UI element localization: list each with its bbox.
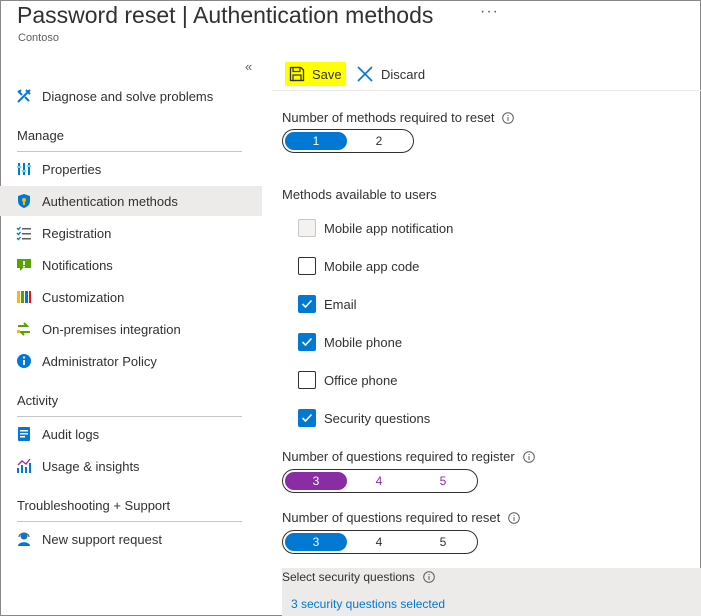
sidebar-item-administrator-policy[interactable]: Administrator Policy	[0, 346, 262, 376]
toolbar-divider	[272, 90, 701, 91]
questions-register-toggle[interactable]: 3 4 5	[282, 469, 478, 493]
method-checkbox-mobile-phone[interactable]: Mobile phone	[298, 332, 402, 352]
checkmark-icon	[301, 299, 313, 309]
checkmark-icon	[301, 413, 313, 423]
section-title-troubleshooting: Troubleshooting + Support	[17, 498, 171, 513]
info-icon[interactable]	[422, 571, 435, 583]
org-subtitle: Contoso	[18, 32, 59, 44]
method-checkbox-mobile-app-notification[interactable]: Mobile app notification	[298, 218, 453, 238]
methods-required-option-2[interactable]: 2	[347, 132, 411, 150]
checkbox[interactable]	[298, 371, 316, 389]
wrench-tools-icon	[16, 88, 32, 104]
close-icon	[357, 66, 373, 82]
sidebar-item-registration[interactable]: Registration	[0, 218, 262, 248]
properties-icon	[16, 161, 32, 177]
checklist-icon	[16, 225, 32, 241]
support-person-icon	[16, 531, 32, 547]
checkmark-icon	[301, 337, 313, 347]
save-icon	[289, 66, 305, 82]
sidebar-item-audit-logs[interactable]: Audit logs	[0, 419, 262, 449]
questions-reset-label: Number of questions required to reset	[282, 510, 521, 525]
method-checkbox-email[interactable]: Email	[298, 294, 357, 314]
questions-reset-toggle[interactable]: 3 4 5	[282, 530, 478, 554]
section-divider	[17, 416, 242, 417]
section-title-manage: Manage	[17, 128, 64, 143]
methods-required-toggle[interactable]: 1 2	[282, 129, 414, 153]
sidebar-item-customization[interactable]: Customization	[0, 282, 262, 312]
security-questions-link[interactable]: 3 security questions selected	[291, 597, 445, 611]
security-questions-label: Select security questions	[282, 570, 435, 584]
collapse-sidebar-button[interactable]: «	[245, 59, 252, 74]
sidebar-item-properties[interactable]: Properties	[0, 154, 262, 184]
sidebar-item-on-premises-integration[interactable]: On-premises integration	[0, 314, 262, 344]
method-checkbox-office-phone[interactable]: Office phone	[298, 370, 397, 390]
sidebar-item-authentication-methods[interactable]: Authentication methods	[0, 186, 262, 216]
checkbox[interactable]	[298, 333, 316, 351]
questions-reset-option-5[interactable]: 5	[411, 533, 475, 551]
section-title-activity: Activity	[17, 393, 59, 408]
sidebar-item-new-support-request[interactable]: New support request	[0, 524, 262, 554]
checkbox[interactable]	[298, 409, 316, 427]
checkbox[interactable]	[298, 257, 316, 275]
checkbox[interactable]	[298, 295, 316, 313]
shield-icon	[16, 193, 32, 209]
questions-reset-option-4[interactable]: 4	[347, 533, 411, 551]
section-divider	[17, 151, 242, 152]
info-icon[interactable]	[508, 511, 521, 524]
info-icon[interactable]	[522, 450, 535, 463]
method-checkbox-mobile-app-code[interactable]: Mobile app code	[298, 256, 419, 276]
questions-register-label: Number of questions required to register	[282, 449, 535, 464]
insights-icon	[16, 458, 32, 474]
questions-register-option-5[interactable]: 5	[411, 472, 475, 490]
questions-register-option-4[interactable]: 4	[347, 472, 411, 490]
sidebar-item-usage-insights[interactable]: Usage & insights	[0, 451, 262, 481]
section-divider	[17, 521, 242, 522]
notification-icon	[16, 257, 32, 273]
save-button[interactable]: Save	[285, 62, 346, 86]
info-icon	[16, 353, 32, 369]
sidebar-item-diagnose[interactable]: Diagnose and solve problems	[0, 81, 262, 111]
questions-reset-option-3[interactable]: 3	[285, 533, 347, 551]
more-options-button[interactable]: ···	[480, 3, 499, 21]
sync-icon	[16, 321, 32, 337]
methods-available-label: Methods available to users	[282, 187, 437, 202]
methods-required-option-1[interactable]: 1	[285, 132, 347, 150]
sidebar-item-notifications[interactable]: Notifications	[0, 250, 262, 280]
method-checkbox-security-questions[interactable]: Security questions	[298, 408, 430, 428]
audit-log-icon	[16, 426, 32, 442]
checkbox[interactable]	[298, 219, 316, 237]
questions-register-option-3[interactable]: 3	[285, 472, 347, 490]
info-icon[interactable]	[502, 111, 515, 124]
page-title: Password reset | Authentication methods	[17, 2, 434, 28]
methods-required-label: Number of methods required to reset	[282, 110, 515, 125]
discard-button[interactable]: Discard	[356, 62, 425, 86]
customization-icon	[16, 289, 32, 305]
